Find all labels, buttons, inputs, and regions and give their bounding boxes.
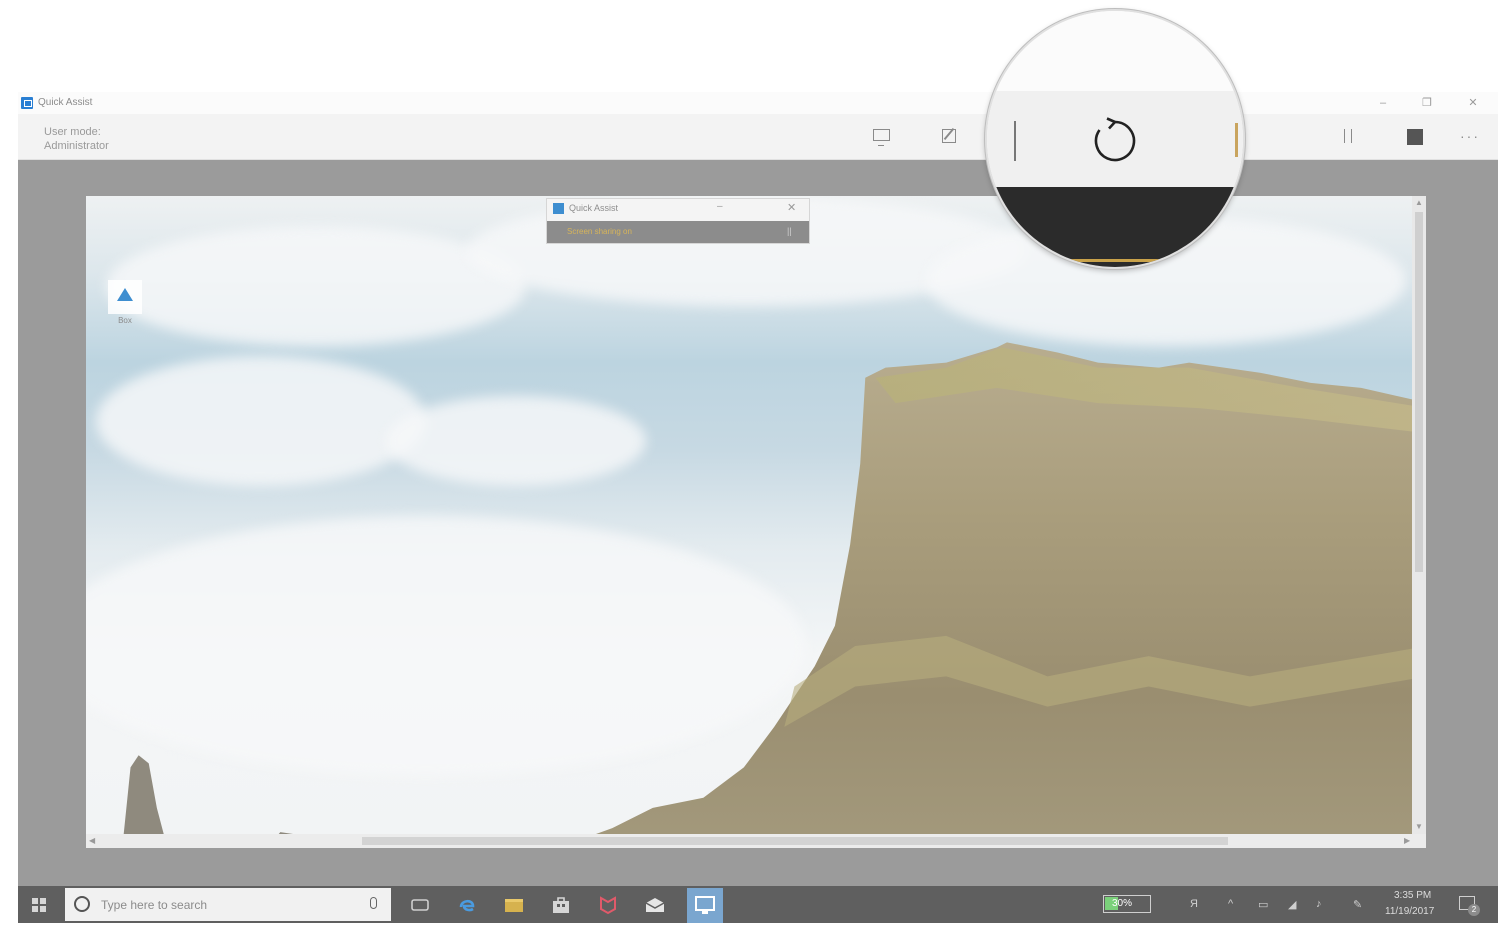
mail-icon[interactable] (643, 893, 667, 917)
pen-icon[interactable]: ✎ (1353, 898, 1362, 911)
remote-taskbar: Type here to search 30% Я ^ ▭ ◢ ♪ ✎ 3:35… (18, 886, 1498, 923)
quick-assist-app-icon (553, 203, 564, 214)
task-view-icon[interactable] (408, 893, 432, 917)
remote-close-button[interactable]: ✕ (787, 201, 796, 214)
notification-badge: 2 (1468, 904, 1480, 916)
clock-time[interactable]: 3:35 PM (1394, 890, 1431, 901)
scroll-left-icon[interactable]: ◀ (89, 836, 95, 845)
desktop-icon-label: Box (118, 316, 132, 325)
cliff-illustration (123, 342, 1412, 834)
scroll-up-icon[interactable]: ▲ (1415, 198, 1423, 207)
monitor-icon (873, 129, 890, 146)
annotate-button[interactable] (932, 122, 966, 152)
battery-percent: 30% (1112, 898, 1133, 909)
microphone-icon[interactable] (370, 897, 377, 909)
start-button[interactable] (32, 898, 46, 912)
quick-assist-taskbar-button[interactable] (687, 888, 723, 923)
mcafee-icon[interactable] (596, 893, 620, 917)
restore-button[interactable]: ❐ (1414, 94, 1440, 112)
network-icon[interactable]: ◢ (1288, 898, 1296, 911)
stop-icon (1407, 129, 1423, 145)
file-explorer-icon[interactable] (502, 893, 526, 917)
vertical-scroll-thumb[interactable] (1415, 212, 1423, 572)
toolbar-separator (1014, 121, 1016, 161)
battery-indicator[interactable]: 30% (1103, 895, 1151, 913)
chevron-up-icon[interactable]: ^ (1228, 898, 1233, 910)
clock-date[interactable]: 11/19/2017 (1385, 906, 1434, 917)
horizontal-scrollbar[interactable]: ◀ ▶ (86, 834, 1426, 848)
magnified-remote-strip (987, 187, 1243, 267)
user-mode-label: User mode: (44, 126, 101, 138)
more-icon: ··· (1460, 128, 1480, 144)
restart-icon[interactable] (1091, 117, 1139, 165)
magnified-highlight-strip (1071, 259, 1191, 262)
end-session-button[interactable] (1398, 122, 1432, 152)
magnified-title-bar (987, 11, 1243, 91)
session-toolbar: User mode: Administrator ··· (18, 114, 1498, 160)
screen-sharing-status: Screen sharing on (567, 227, 632, 236)
pause-button[interactable] (1331, 122, 1365, 152)
store-icon[interactable] (549, 893, 573, 917)
title-bar: Quick Assist – ❐ ✕ (18, 92, 1498, 114)
window-title: Quick Assist (38, 97, 93, 108)
user-mode-value: Administrator (44, 140, 109, 152)
scroll-down-icon[interactable]: ▼ (1415, 822, 1423, 831)
desktop-app-icon[interactable] (108, 280, 142, 314)
remote-pause-button[interactable]: || (787, 226, 792, 236)
annotate-icon (942, 129, 956, 143)
remote-desktop-view[interactable]: Box Quick Assist – ✕ Screen sharing on |… (86, 196, 1412, 834)
vertical-scrollbar[interactable]: ▲ ▼ (1412, 196, 1426, 834)
screen-sharing-bar: Screen sharing on || (547, 221, 809, 243)
remote-window-title: Quick Assist (569, 203, 619, 213)
edge-browser-icon[interactable] (455, 893, 479, 917)
taskbar-search-box[interactable]: Type here to search (65, 888, 391, 921)
select-monitor-button[interactable] (864, 122, 898, 152)
cortana-icon (74, 896, 90, 912)
more-options-button[interactable]: ··· (1456, 122, 1490, 152)
search-placeholder: Type here to search (101, 898, 208, 912)
quick-assist-taskbar-icon (695, 896, 715, 914)
magnified-toolbar-callout (985, 9, 1245, 269)
tablet-icon[interactable]: ▭ (1258, 898, 1268, 911)
minimize-button[interactable]: – (1370, 94, 1396, 112)
volume-icon[interactable]: ♪ (1316, 898, 1322, 910)
remote-quick-assist-window[interactable]: Quick Assist – ✕ Screen sharing on || (546, 198, 810, 244)
remote-minimize-button[interactable]: – (717, 201, 723, 212)
pause-icon (1344, 129, 1352, 143)
quick-assist-app-icon (21, 97, 33, 109)
toolbar-separator (1235, 123, 1238, 157)
people-icon[interactable]: Я (1190, 898, 1198, 910)
scroll-right-icon[interactable]: ▶ (1404, 836, 1410, 845)
close-button[interactable]: ✕ (1460, 94, 1486, 112)
horizontal-scroll-thumb[interactable] (362, 837, 1228, 845)
